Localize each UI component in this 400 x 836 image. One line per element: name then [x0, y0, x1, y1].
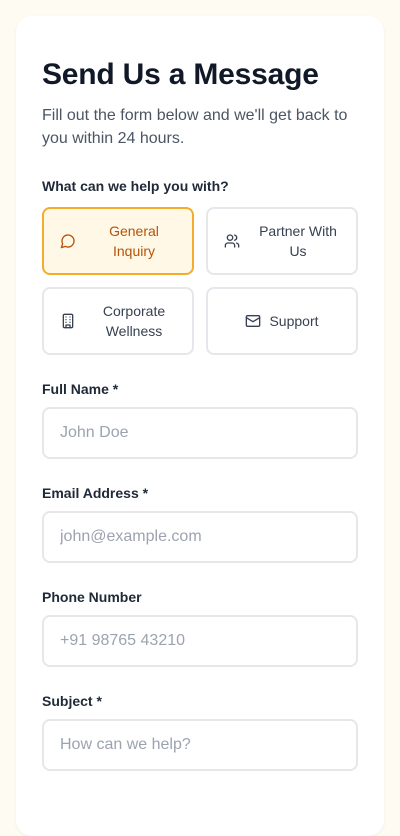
email-input[interactable] [42, 511, 358, 563]
inquiry-type-label: What can we help you with? [42, 178, 229, 194]
option-label: Corporate Wellness [102, 303, 166, 339]
phone-input[interactable] [42, 615, 358, 667]
form-title: Send Us a Message [42, 58, 319, 91]
mail-icon [245, 313, 261, 329]
email-label: Email Address * [42, 485, 149, 501]
users-icon [224, 233, 240, 249]
full-name-label: Full Name * [42, 381, 119, 397]
message-circle-icon [60, 233, 76, 249]
option-label: Support [269, 313, 319, 329]
option-corporate-wellness[interactable]: Corporate Wellness [42, 287, 194, 355]
subject-label: Subject * [42, 693, 102, 709]
subject-input[interactable] [42, 719, 358, 771]
phone-label: Phone Number [42, 589, 142, 605]
option-support[interactable]: Support [206, 287, 358, 355]
option-general-inquiry[interactable]: General Inquiry [42, 207, 194, 275]
form-subtitle: Fill out the form below and we'll get ba… [42, 107, 348, 147]
option-partner-with-us[interactable]: Partner With Us [206, 207, 358, 275]
building-icon [60, 313, 76, 329]
option-label: Partner With Us [259, 223, 337, 259]
full-name-input[interactable] [42, 407, 358, 459]
option-label: General Inquiry [109, 223, 159, 259]
